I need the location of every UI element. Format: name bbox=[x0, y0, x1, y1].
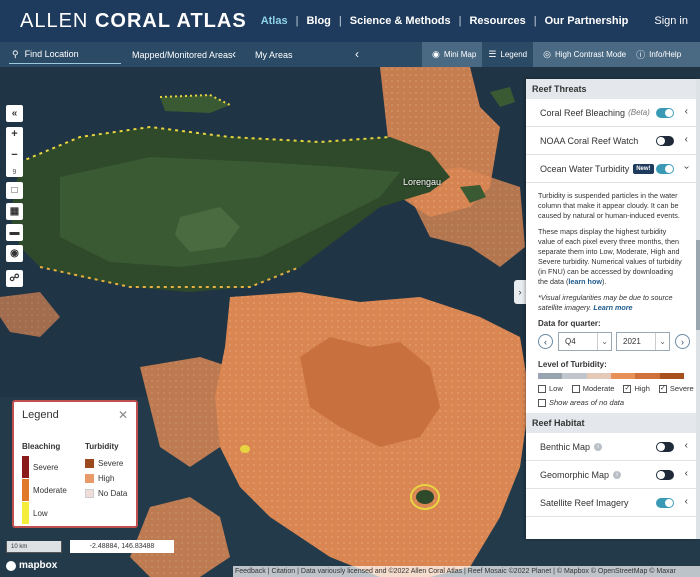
chevron-left-icon[interactable]: ‹ bbox=[685, 106, 688, 117]
nav-blog[interactable]: Blog bbox=[306, 15, 330, 27]
legend-box: Legend ✕ Bleaching Turbidity Severe Mode… bbox=[12, 400, 138, 528]
learn-more-link[interactable]: Learn more bbox=[593, 303, 632, 312]
level-low-checkbox[interactable]: Low bbox=[538, 384, 563, 393]
nav-science-methods[interactable]: Science & Methods bbox=[350, 15, 451, 27]
satellite-toggle[interactable] bbox=[656, 498, 674, 508]
comment-icon[interactable]: ◉ bbox=[6, 245, 23, 262]
mapped-areas-menu[interactable]: Mapped/Monitored Areas bbox=[132, 42, 233, 67]
info-icon: ⓘ bbox=[636, 50, 646, 60]
bleach-moderate-swatch bbox=[22, 479, 29, 501]
eye-icon: ◎ bbox=[543, 49, 551, 59]
no-data-checkbox[interactable]: Show areas of no data bbox=[526, 398, 696, 407]
turb-high-swatch bbox=[85, 474, 94, 483]
chevron-left-icon[interactable]: ‹ bbox=[355, 47, 359, 61]
zoom-in-button[interactable]: + bbox=[11, 128, 17, 140]
layer-benthic-map[interactable]: Benthic Map i ‹ bbox=[526, 433, 696, 461]
level-high-checkbox[interactable]: ✓ High bbox=[623, 384, 650, 393]
chevron-down-icon[interactable]: ‹ bbox=[681, 166, 692, 169]
map-attribution[interactable]: Feedback | Citation | Data variously lic… bbox=[233, 566, 700, 577]
list-icon: ☰ bbox=[488, 49, 497, 59]
search-icon: ⚲ bbox=[12, 48, 19, 59]
chevron-left-icon[interactable]: ‹ bbox=[685, 468, 688, 479]
nav-atlas[interactable]: Atlas bbox=[261, 15, 288, 27]
panel-scrollbar-thumb[interactable] bbox=[696, 240, 700, 330]
bleach-low-swatch bbox=[22, 502, 29, 524]
level-moderate-checkbox[interactable]: Moderate bbox=[571, 384, 614, 393]
zoom-out-button[interactable]: − bbox=[11, 149, 17, 161]
benthic-toggle[interactable] bbox=[656, 442, 674, 452]
zoom-controls: + − 9 bbox=[6, 127, 23, 177]
level-severe-checkbox[interactable]: ✓ Severe bbox=[658, 384, 694, 393]
brand-logo[interactable]: ALLEN CORAL ATLAS bbox=[20, 10, 247, 33]
zoom-level: 9 bbox=[12, 169, 17, 176]
find-location-input[interactable]: ⚲ Find Location bbox=[9, 45, 121, 64]
reef-habitat-heading: Reef Habitat bbox=[526, 413, 696, 433]
globe-icon: ◉ bbox=[432, 49, 440, 59]
legend-title: Legend bbox=[22, 409, 59, 421]
layers-panel: Reef Threats Coral Reef Bleaching (Beta)… bbox=[526, 79, 696, 539]
turbidity-description: Turbidity is suspended particles in the … bbox=[538, 191, 682, 312]
reef-threats-heading: Reef Threats bbox=[526, 79, 696, 99]
panel-collapse-handle[interactable]: › bbox=[514, 280, 526, 304]
chevron-left-icon[interactable]: ‹ bbox=[685, 440, 688, 451]
map-toolbar: ⚲ Find Location Mapped/Monitored Areas ‹… bbox=[0, 42, 700, 67]
learn-how-link[interactable]: learn how bbox=[568, 277, 602, 286]
draw-polygon-icon[interactable]: □ bbox=[6, 182, 23, 199]
layer-noaa-coral-reef-watch[interactable]: NOAA Coral Reef Watch ‹ bbox=[526, 127, 696, 155]
nav-links: Atlas | Blog | Science & Methods | Resou… bbox=[260, 15, 688, 27]
legend-button[interactable]: ☰ Legend bbox=[482, 42, 534, 67]
nav-our-partnership[interactable]: Our Partnership bbox=[545, 15, 629, 27]
chevron-left-icon[interactable]: ‹ bbox=[685, 134, 688, 145]
coordinates-readout: -2.48884, 146.83488 bbox=[70, 540, 174, 553]
bleaching-toggle[interactable] bbox=[656, 108, 674, 118]
high-contrast-button[interactable]: ◎ High Contrast Mode bbox=[543, 49, 626, 60]
previous-quarter-button[interactable]: ‹ bbox=[538, 334, 553, 349]
close-icon[interactable]: ✕ bbox=[118, 408, 128, 422]
chevron-left-icon[interactable]: ‹ bbox=[232, 47, 236, 61]
ruler-icon[interactable]: ▬ bbox=[6, 224, 23, 241]
share-icon[interactable]: ☍ bbox=[6, 270, 23, 287]
layer-coral-reef-bleaching[interactable]: Coral Reef Bleaching (Beta) ‹ bbox=[526, 99, 696, 127]
scale-bar: 10 km bbox=[6, 541, 62, 553]
year-select[interactable]: 2021 ⌄ bbox=[616, 332, 670, 351]
info-icon[interactable]: i bbox=[594, 442, 603, 451]
turbidity-toggle[interactable] bbox=[656, 164, 674, 174]
layer-geomorphic-map[interactable]: Geomorphic Map i ‹ bbox=[526, 461, 696, 489]
geomorphic-toggle[interactable] bbox=[656, 470, 674, 480]
turbidity-color-bar bbox=[538, 373, 684, 379]
layer-satellite-reef-imagery[interactable]: Satellite Reef Imagery ‹ bbox=[526, 489, 696, 517]
bleach-severe-swatch bbox=[22, 456, 29, 478]
mini-map-button[interactable]: ◉ Mini Map bbox=[432, 49, 476, 60]
new-badge: New! bbox=[633, 163, 654, 174]
my-areas-menu[interactable]: My Areas bbox=[255, 42, 293, 67]
trash-icon[interactable]: ▦ bbox=[6, 203, 23, 220]
turb-severe-swatch bbox=[85, 459, 94, 468]
quarter-select[interactable]: Q4 ⌄ bbox=[558, 332, 612, 351]
info-help-button[interactable]: ⓘ Info/Help bbox=[636, 48, 681, 61]
turb-nodata-swatch bbox=[85, 489, 94, 498]
map-tools: ◉ Mini Map ☰ Legend ◎ High Contrast Mode… bbox=[422, 42, 700, 67]
next-quarter-button[interactable]: › bbox=[675, 334, 690, 349]
chevron-left-icon[interactable]: ‹ bbox=[685, 496, 688, 507]
mapbox-icon bbox=[6, 560, 16, 571]
sign-in-link[interactable]: Sign in bbox=[654, 15, 688, 27]
chevron-down-icon: ⌄ bbox=[655, 333, 666, 350]
nav-resources[interactable]: Resources bbox=[469, 15, 525, 27]
mapbox-logo[interactable]: mapbox bbox=[6, 560, 57, 571]
info-icon[interactable]: i bbox=[613, 470, 622, 479]
turbidity-level-filters: Low Moderate ✓ High ✓ Severe bbox=[526, 384, 696, 393]
noaa-toggle[interactable] bbox=[656, 136, 674, 146]
chevron-down-icon: ⌄ bbox=[597, 333, 608, 350]
collapse-controls-button[interactable]: « bbox=[6, 105, 23, 122]
place-label: Lorengau bbox=[403, 177, 442, 187]
quarter-selector: ‹ Q4 ⌄ 2021 ⌄ › bbox=[526, 332, 696, 354]
layer-ocean-water-turbidity[interactable]: Ocean Water Turbidity New! ‹ bbox=[526, 155, 696, 183]
top-navigation: ALLEN CORAL ATLAS Atlas | Blog | Science… bbox=[0, 0, 700, 42]
